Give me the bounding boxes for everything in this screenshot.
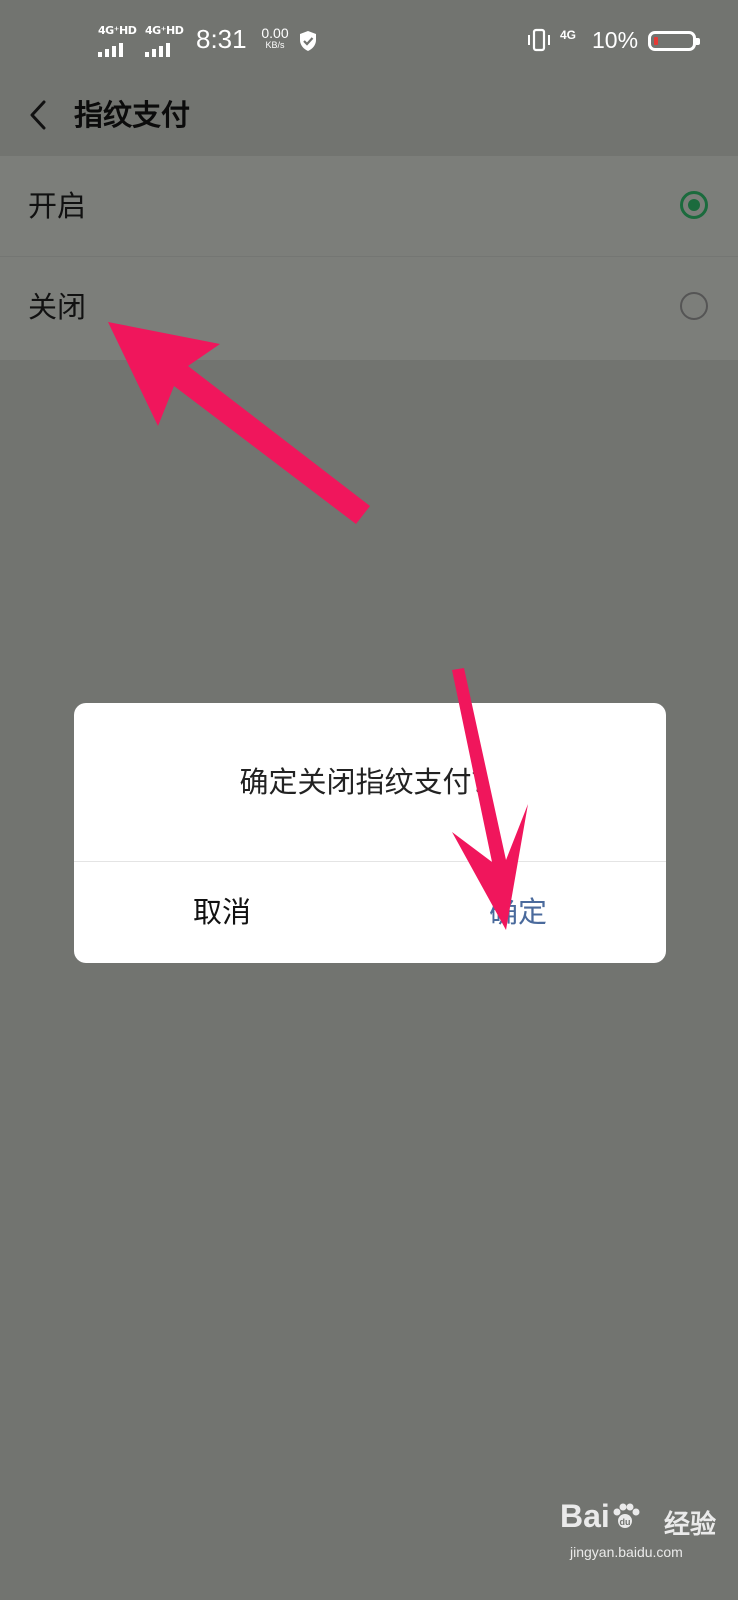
back-button[interactable] <box>20 92 60 138</box>
dialog-message: 确定关闭指纹支付？ <box>239 765 501 799</box>
signal-bars-icon <box>98 38 126 57</box>
vibrate-icon <box>528 28 550 52</box>
confirm-button[interactable]: 确定 <box>370 862 666 963</box>
clock: 8:31 <box>196 24 247 54</box>
fingerprint-pay-options: 开启 关闭 <box>0 156 738 360</box>
sim2-network-type: 4G⁺HD <box>145 24 184 37</box>
sim2-signal: 4G⁺HD <box>145 24 185 57</box>
sim1-network-type: 4G⁺HD <box>98 24 137 37</box>
shield-check-icon <box>300 31 316 51</box>
network-speed-value: 0.00 <box>261 25 289 41</box>
option-label: 开启 <box>28 189 87 223</box>
watermark-jingyan: 经验 <box>664 1510 717 1540</box>
cancel-button[interactable]: 取消 <box>74 862 370 963</box>
paw-icon: du <box>613 1503 640 1528</box>
radio-unselected-icon[interactable] <box>680 292 708 320</box>
radio-selected-icon[interactable] <box>680 191 708 219</box>
watermark-logo: Bai du <box>560 1498 640 1535</box>
option-enable[interactable]: 开启 <box>0 156 738 256</box>
sim1-signal: 4G⁺HD <box>98 24 138 57</box>
network-speed: 0.00 KB/s <box>258 26 292 50</box>
app-bar: 指纹支付 <box>0 84 738 154</box>
network-speed-unit: KB/s <box>265 40 285 50</box>
mobile-data-indicator: 4G <box>560 28 577 42</box>
watermark-url: jingyan.baidu.com <box>570 1544 683 1560</box>
baidu-jingyan-watermark: Bai du 经验 jingyan.baidu.com <box>560 1488 730 1568</box>
option-disable[interactable]: 关闭 <box>0 257 738 357</box>
page-title: 指纹支付 <box>74 98 191 132</box>
option-label: 关闭 <box>28 290 87 324</box>
battery-icon <box>648 31 700 51</box>
chevron-left-icon <box>30 100 46 130</box>
status-bar: 4G⁺HD 4G⁺HD 8:31 0.00 KB/s 4G 10% <box>0 0 738 84</box>
signal-bars-icon <box>145 38 173 57</box>
confirm-dialog: 确定关闭指纹支付？ 取消 确定 <box>74 703 666 963</box>
battery-level-fill <box>654 37 658 45</box>
svg-text:du: du <box>619 1517 630 1527</box>
battery-percent: 10% <box>592 27 639 53</box>
